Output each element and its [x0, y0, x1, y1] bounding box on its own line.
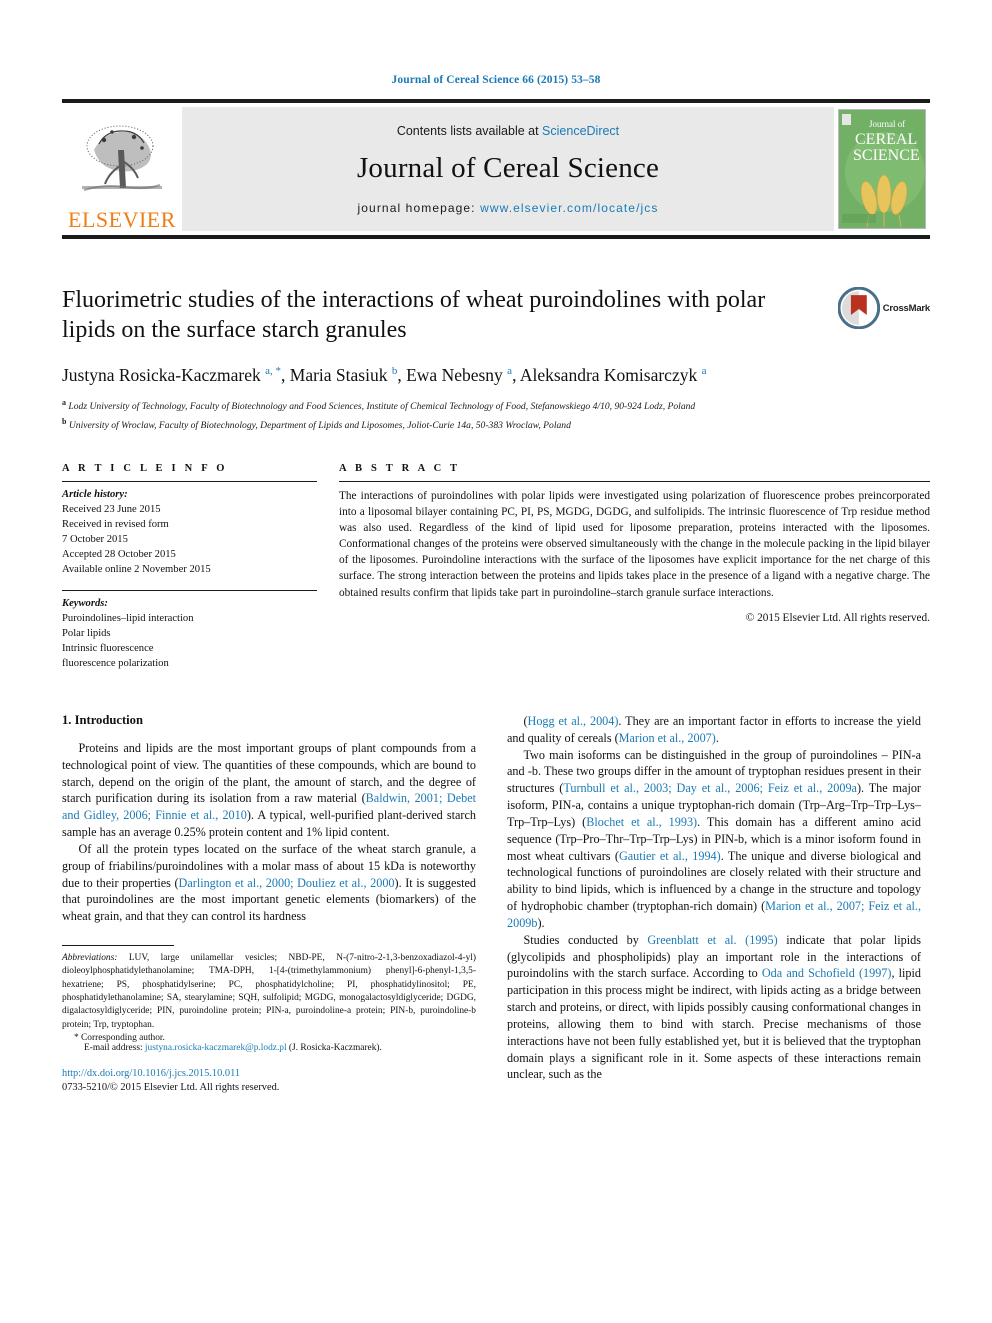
history-item: Received in revised form [62, 518, 169, 530]
keyword-item: Intrinsic fluorescence [62, 642, 154, 654]
abstract-column: A B S T R A C T The interactions of puro… [339, 463, 930, 671]
svg-text:CEREAL: CEREAL [855, 131, 917, 148]
journal-masthead: ELSEVIER Contents lists available at Sci… [62, 99, 930, 239]
running-head: Journal of Cereal Science 66 (2015) 53–5… [391, 74, 601, 86]
contents-available-line: Contents lists available at ScienceDirec… [397, 124, 619, 138]
affiliation-item: b University of Wroclaw, Faculty of Biot… [62, 416, 930, 433]
abstract-text: The interactions of puroindolines with p… [339, 489, 930, 599]
keywords-label: Keywords: [62, 597, 108, 609]
svg-text:Journal of: Journal of [869, 119, 905, 129]
affiliation-text: University of Wroclaw, Faculty of Biotec… [68, 419, 571, 431]
email-suffix: (J. Rosicka-Kaczmarek). [286, 1043, 382, 1054]
affiliation-marker: b [62, 416, 67, 426]
abstract-copyright: © 2015 Elsevier Ltd. All rights reserved… [745, 611, 930, 624]
footnote-block: Abbreviations: LUV, large unilamellar ve… [62, 945, 476, 1095]
keywords-block: Keywords: Puroindolines–lipid interactio… [62, 591, 317, 671]
affiliation-item: a Lodz University of Technology, Faculty… [62, 397, 930, 414]
author-list: Justyna Rosicka-Kaczmarek a, *, Maria St… [62, 365, 707, 386]
affiliation-text: Lodz University of Technology, Faculty o… [68, 401, 696, 413]
abbreviations-note: Abbreviations: LUV, large unilamellar ve… [62, 952, 476, 1032]
body-column-right: (Hogg et al., 2004). They are an importa… [507, 713, 921, 1095]
citation-link[interactable]: Turnbull et al., 2003; Day et al., 2006;… [563, 781, 857, 795]
affiliation-marker: a [62, 398, 66, 408]
contents-prefix: Contents lists available at [396, 123, 543, 138]
cover-artwork-icon: Journal of CEREAL SCIENCE [839, 110, 925, 228]
homepage-prefix: journal homepage: [357, 200, 481, 215]
keyword-item: Polar lipids [62, 627, 111, 639]
footnote-rule [62, 945, 174, 947]
abbreviations-label: Abbreviations: [62, 953, 118, 964]
cover-image: Journal of CEREAL SCIENCE [838, 109, 926, 229]
abbreviations-text: LUV, large unilamellar vesicles; NBD-PE,… [62, 953, 476, 1030]
article-info-heading: A R T I C L E I N F O [62, 462, 228, 474]
history-item: Available online 2 November 2015 [62, 563, 211, 575]
affiliation-list: a Lodz University of Technology, Faculty… [62, 397, 930, 432]
issn-copyright-line: 0733-5210/© 2015 Elsevier Ltd. All right… [62, 1082, 280, 1094]
citation-link[interactable]: Marion et al., 2007) [619, 731, 716, 745]
email-note: E-mail address: justyna.rosicka-kaczmare… [62, 1043, 476, 1053]
elsevier-wordmark: ELSEVIER [68, 207, 176, 232]
journal-band: Contents lists available at ScienceDirec… [182, 107, 834, 231]
email-link[interactable]: justyna.rosicka-kaczmarek@p.lodz.pl [145, 1043, 287, 1053]
history-item: Accepted 28 October 2015 [62, 548, 176, 560]
paragraph: Proteins and lipids are the most importa… [62, 741, 476, 840]
journal-homepage-line: journal homepage: www.elsevier.com/locat… [358, 201, 659, 215]
paper-page: Journal of Cereal Science 66 (2015) 53–5… [0, 0, 992, 1323]
paragraph: Studies conducted by Greenblatt et al. (… [507, 932, 921, 1082]
body-columns: 1. Introduction Proteins and lipids are … [62, 713, 930, 1095]
paragraph: (Hogg et al., 2004). They are an importa… [507, 714, 922, 745]
paragraph: Two main isoforms can be distinguished i… [507, 747, 922, 930]
history-item: Received 23 June 2015 [62, 503, 161, 515]
doi-block: http://dx.doi.org/10.1016/j.jcs.2015.10.… [62, 1067, 476, 1095]
keyword-item: Puroindolines–lipid interaction [62, 612, 194, 624]
paragraph: Of all the protein types located on the … [62, 841, 477, 924]
article-history: Article history: Received 23 June 2015 R… [62, 482, 317, 577]
corresponding-author-note: * Corresponding author. [74, 1033, 165, 1044]
citation-link[interactable]: Blochet et al., 1993) [586, 815, 697, 829]
citation-link[interactable]: Hogg et al., 2004) [528, 714, 619, 728]
keyword-item: fluorescence polarization [62, 657, 169, 669]
crossmark-icon [838, 287, 880, 329]
history-item: 7 October 2015 [62, 533, 128, 545]
citation-link[interactable]: Oda and Schofield (1997) [762, 966, 892, 980]
body-column-left: 1. Introduction Proteins and lipids are … [62, 713, 476, 1095]
page-title: Fluorimetric studies of the interactions… [62, 287, 766, 344]
citation-link[interactable]: Darlington et al., 2000; Douliez et al.,… [179, 876, 395, 890]
journal-homepage-link[interactable]: www.elsevier.com/locate/jcs [480, 201, 658, 215]
abstract-heading: A B S T R A C T [339, 462, 461, 474]
svg-text:SCIENCE: SCIENCE [853, 147, 920, 164]
article-history-label: Article history: [62, 488, 128, 500]
journal-title: Journal of Cereal Science [356, 151, 660, 184]
info-abstract-row: A R T I C L E I N F O Article history: R… [62, 463, 930, 671]
citation-link[interactable]: Marion et al., 2007; Feiz et al., 2009b [507, 899, 921, 930]
citation-link[interactable]: Gautier et al., 1994) [619, 849, 721, 863]
citation-link[interactable]: Greenblatt et al. (1995) [647, 933, 777, 947]
doi-link[interactable]: http://dx.doi.org/10.1016/j.jcs.2015.10.… [62, 1067, 476, 1081]
crossmark-label: CrossMark [882, 302, 931, 314]
journal-cover-thumbnail[interactable]: Journal of CEREAL SCIENCE [834, 103, 930, 235]
elsevier-tree-icon [82, 125, 162, 191]
elsevier-logo: ELSEVIER [62, 103, 182, 235]
citation-link[interactable]: Baldwin, 2001; Debet and Gidley, 2006; F… [62, 791, 476, 822]
title-area: CrossMark Fluorimetric studies of the in… [62, 285, 930, 433]
crossmark-badge[interactable]: CrossMark [838, 283, 930, 333]
sciencedirect-link[interactable]: ScienceDirect [542, 124, 619, 138]
email-label: E-mail address: [84, 1043, 143, 1054]
section-heading-introduction: 1. Introduction [62, 713, 143, 727]
article-info-column: A R T I C L E I N F O Article history: R… [62, 463, 339, 671]
